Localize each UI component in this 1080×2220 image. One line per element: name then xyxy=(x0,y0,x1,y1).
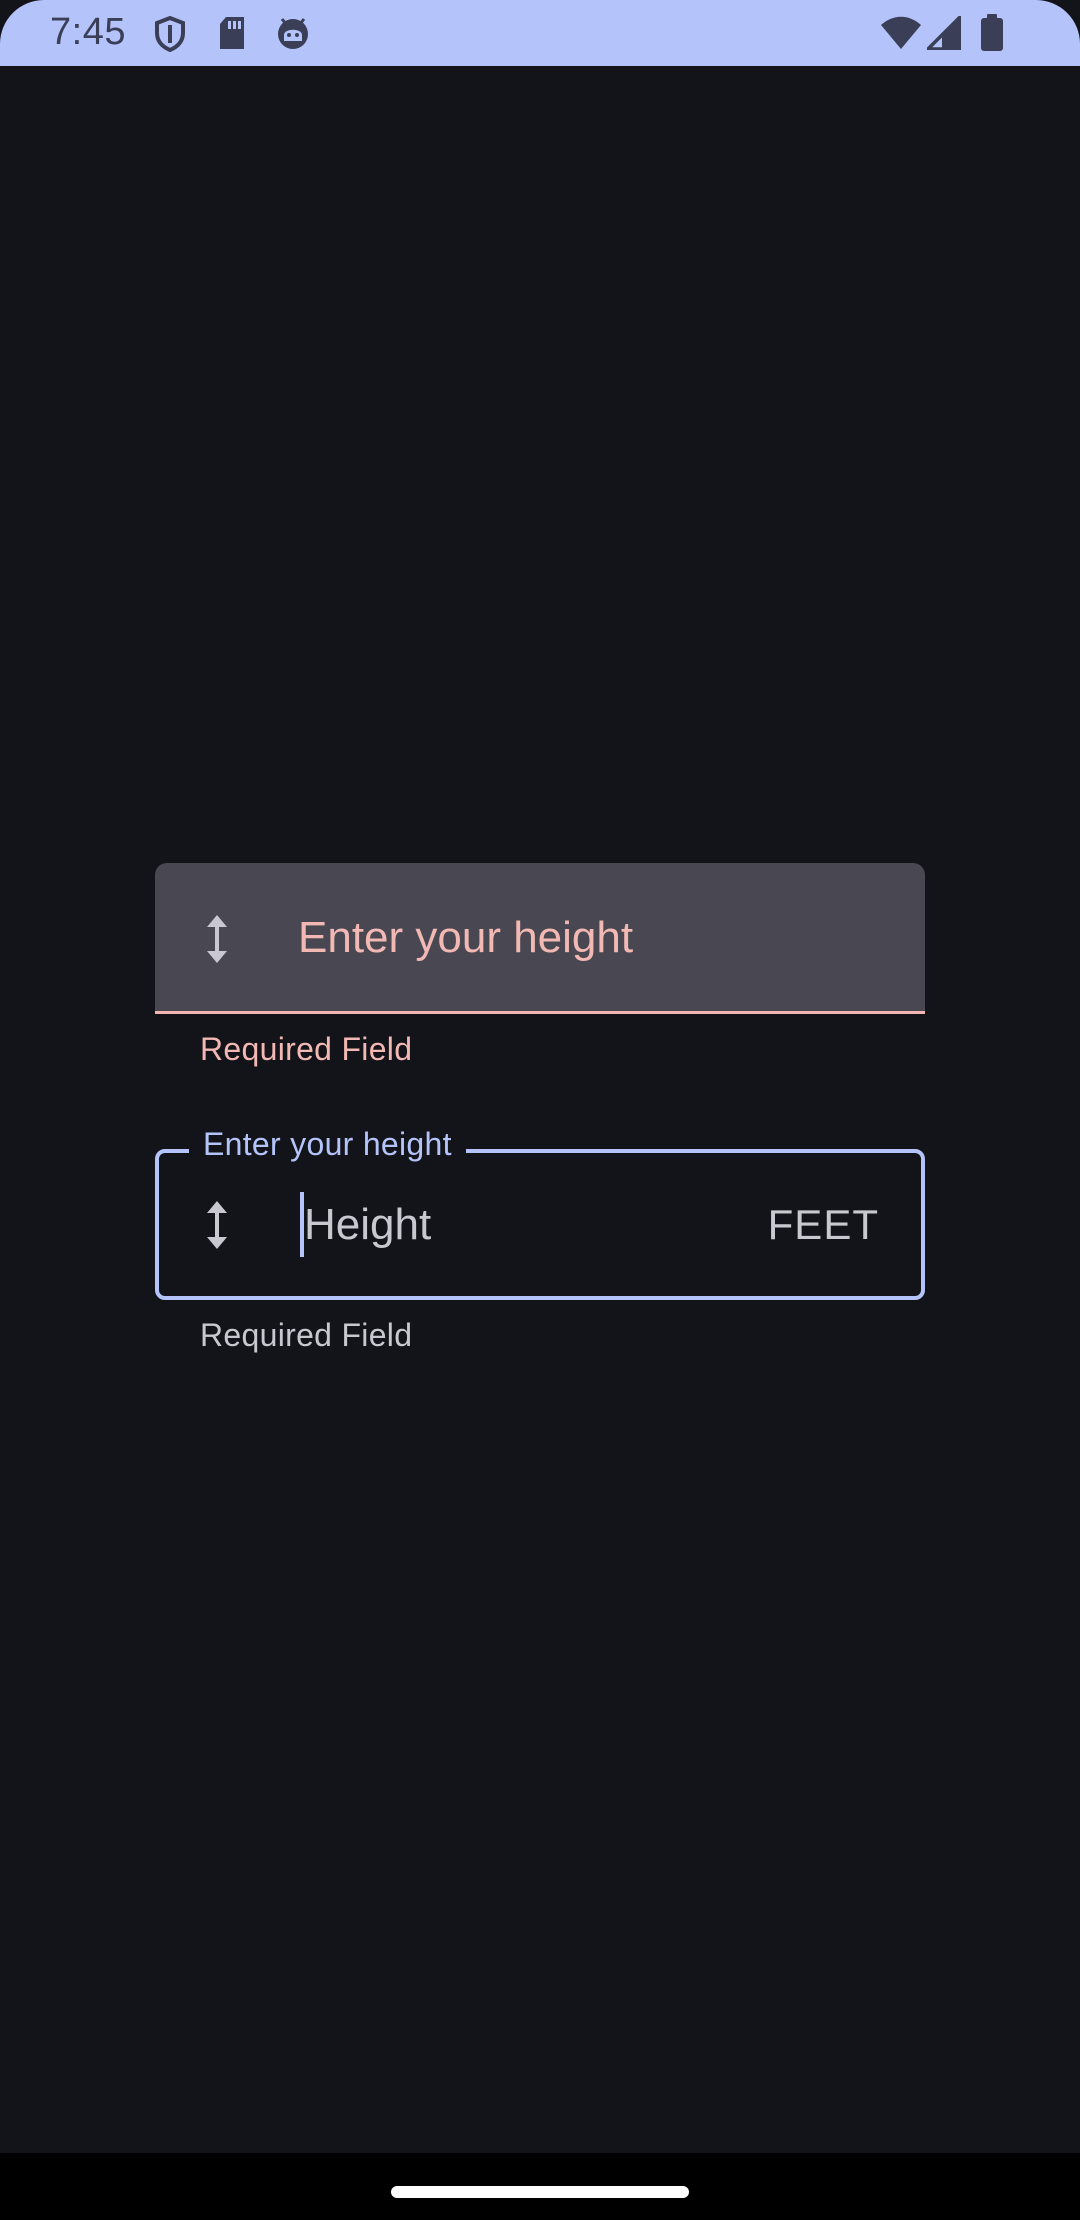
screen: 7:45 Enter your height Required Field En… xyxy=(0,0,1080,2220)
height-outlined-field[interactable]: Enter your height FEET xyxy=(155,1126,925,1300)
home-gesture-handle[interactable] xyxy=(391,2186,689,2198)
status-bar: 7:45 xyxy=(0,0,1080,66)
height-icon xyxy=(207,915,227,963)
unit-suffix: FEET xyxy=(767,1201,879,1248)
outlined-field-label: Enter your height xyxy=(189,1126,466,1163)
filled-field-error-text: Required Field xyxy=(200,1031,413,1067)
height-icon xyxy=(207,1201,227,1249)
status-time: 7:45 xyxy=(50,11,126,53)
android-debug-icon xyxy=(278,18,308,49)
sd-card-icon xyxy=(220,17,244,49)
outlined-field-supporting-text: Required Field xyxy=(200,1317,413,1353)
navigation-bar xyxy=(0,2153,1080,2220)
cellular-signal-icon xyxy=(927,16,961,50)
filled-field-label: Enter your height xyxy=(298,913,634,962)
shield-icon xyxy=(155,16,185,52)
height-filled-field[interactable]: Enter your height xyxy=(155,863,925,1014)
battery-icon xyxy=(981,14,1003,51)
height-input[interactable] xyxy=(304,1197,744,1253)
wifi-icon xyxy=(881,16,921,49)
